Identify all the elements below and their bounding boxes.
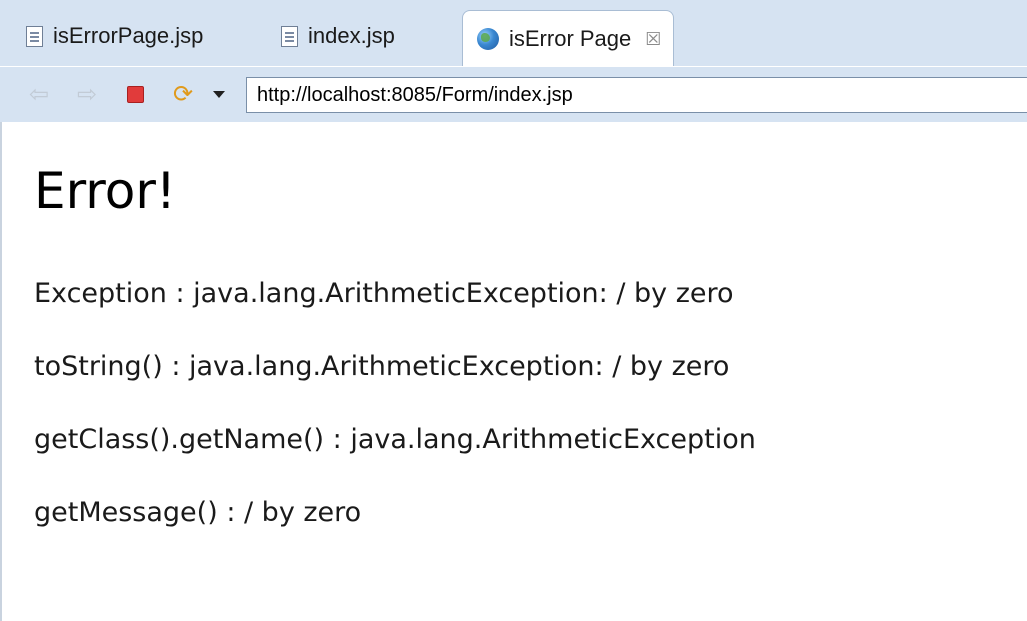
- close-icon[interactable]: ☒: [645, 30, 661, 48]
- page-title: Error!: [34, 162, 176, 220]
- exception-line: Exception : java.lang.ArithmeticExceptio…: [34, 278, 734, 309]
- stop-icon: [126, 85, 144, 103]
- globe-icon: [477, 27, 499, 50]
- jsp-file-icon: [281, 25, 298, 47]
- getmessage-line: getMessage() : / by zero: [34, 497, 362, 528]
- forward-button[interactable]: ⇨: [74, 81, 100, 107]
- refresh-dropdown-button[interactable]: [206, 81, 232, 107]
- browser-window: isErrorPage.jsp index.jsp isError Page ☒…: [0, 0, 1027, 621]
- navigation-toolbar: ⇦ ⇨ ⟳: [0, 66, 1027, 122]
- back-button[interactable]: ⇦: [26, 81, 52, 107]
- refresh-icon: ⟳: [172, 80, 194, 108]
- url-input[interactable]: [246, 77, 1027, 113]
- tab-strip: isErrorPage.jsp index.jsp isError Page ☒: [0, 0, 1027, 66]
- chevron-down-icon: [213, 90, 225, 98]
- forward-arrow-icon: ⇨: [76, 80, 98, 108]
- tab-label: isError Page: [509, 25, 632, 51]
- tostring-line: toString() : java.lang.ArithmeticExcepti…: [34, 351, 730, 382]
- tab-iserrorpage-jsp[interactable]: isErrorPage.jsp: [26, 10, 203, 62]
- tab-label: isErrorPage.jsp: [53, 23, 204, 48]
- page-content: Error! Exception : java.lang.ArithmeticE…: [0, 122, 1027, 621]
- refresh-button[interactable]: ⟳: [170, 81, 196, 107]
- tab-label: index.jsp: [308, 23, 395, 48]
- tab-index-jsp[interactable]: index.jsp: [281, 10, 395, 62]
- back-arrow-icon: ⇦: [28, 80, 50, 108]
- tab-iserror-page[interactable]: isError Page ☒: [462, 10, 675, 66]
- stop-button[interactable]: [122, 81, 148, 107]
- jsp-file-icon: [26, 25, 43, 47]
- getclass-line: getClass().getName() : java.lang.Arithme…: [34, 424, 756, 455]
